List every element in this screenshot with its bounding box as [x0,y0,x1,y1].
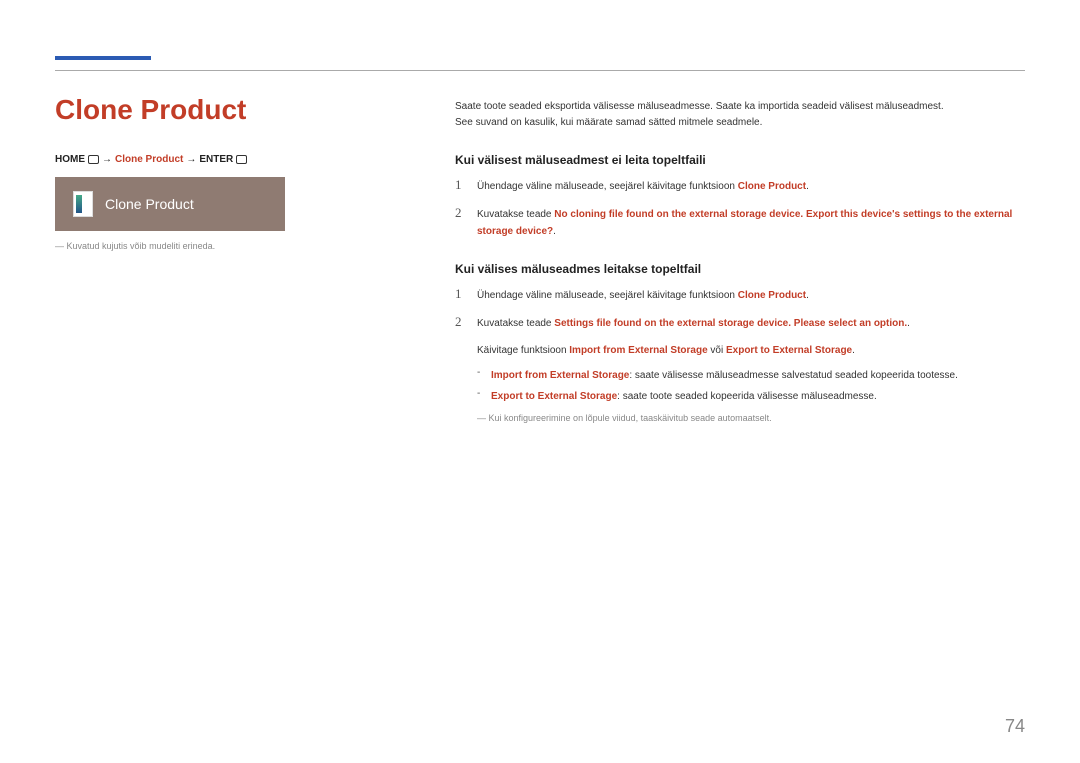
left-column: Clone Product HOME → Clone Product → ENT… [55,94,285,251]
list-item: 2 Kuvatakse teade No cloning file found … [455,205,1025,240]
breadcrumb: HOME → Clone Product → ENTER [55,154,285,165]
enter-icon [236,155,247,164]
dash-icon: - [477,367,491,384]
breadcrumb-enter: ENTER [199,154,233,165]
breadcrumb-arrow: → [102,154,112,165]
step-text: Ühendage väline mäluseade, seejärel käiv… [477,178,809,195]
sub-text: Import from External Storage: saate väli… [491,367,958,384]
intro-line-2: See suvand on kasulik, kui määrate samad… [455,115,1025,131]
page-title: Clone Product [55,94,285,126]
section-header-1: Kui välisest mäluseadmest ei leita topel… [455,153,1025,167]
sub-text: Export to External Storage: saate toote … [491,388,877,405]
intro-text: Saate toote seaded eksportida välisesse … [455,99,1025,131]
list-item: 1 Ühendage väline mäluseade, seejärel kä… [455,286,1025,304]
breadcrumb-arrow: → [186,154,196,165]
clone-product-icon [73,191,93,217]
numbered-list-2: 1 Ühendage väline mäluseade, seejärel kä… [455,286,1025,423]
page-number: 74 [1005,716,1025,737]
launch-text: Käivitage funktsioon Import from Externa… [477,342,1025,359]
breadcrumb-home: HOME [55,154,85,165]
content-column: Saate toote seaded eksportida välisesse … [455,99,1025,445]
final-note: Kui konfigureerimine on lõpule viidud, t… [477,413,1025,423]
menu-preview-label: Clone Product [105,196,194,212]
dash-icon: - [477,388,491,405]
list-item: 1 Ühendage väline mäluseade, seejärel kä… [455,177,1025,195]
step-number: 2 [455,205,477,221]
step-text: Ühendage väline mäluseade, seejärel käiv… [477,287,809,304]
header-accent-bar [55,56,151,60]
menu-preview-box: Clone Product [55,177,285,231]
breadcrumb-clone: Clone Product [115,154,183,165]
list-item: 2 Kuvatakse teade Settings file found on… [455,314,1025,332]
sub-item: - Export to External Storage: saate toot… [477,388,1025,405]
image-disclaimer: Kuvatud kujutis võib mudeliti erineda. [55,241,285,251]
step-text: Kuvatakse teade Settings file found on t… [477,315,910,332]
section-header-2: Kui välises mäluseadmes leitakse topeltf… [455,262,1025,276]
step-text: Kuvatakse teade No cloning file found on… [477,206,1025,240]
numbered-list-1: 1 Ühendage väline mäluseade, seejärel kä… [455,177,1025,240]
sub-section: Käivitage funktsioon Import from Externa… [477,342,1025,405]
header-divider [55,70,1025,71]
step-number: 2 [455,314,477,330]
step-number: 1 [455,177,477,193]
sub-item: - Import from External Storage: saate vä… [477,367,1025,384]
step-number: 1 [455,286,477,302]
intro-line-1: Saate toote seaded eksportida välisesse … [455,99,1025,115]
home-icon [88,155,99,164]
